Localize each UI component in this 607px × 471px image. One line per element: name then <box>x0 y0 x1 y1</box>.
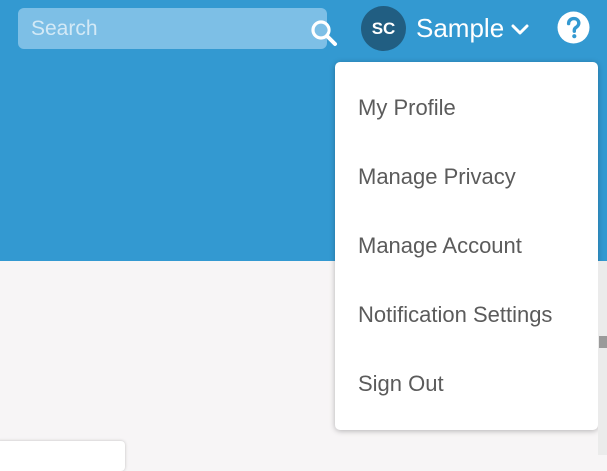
account-dropdown-menu: My Profile Manage Privacy Manage Account… <box>335 62 598 430</box>
menu-item-label: Notification Settings <box>358 302 553 327</box>
menu-item-sign-out[interactable]: Sign Out <box>335 354 598 416</box>
menu-item-my-profile[interactable]: My Profile <box>335 78 598 140</box>
scrollbar-track[interactable] <box>598 261 607 455</box>
account-menu-button[interactable]: SC Sample <box>361 6 536 52</box>
account-name: Sample <box>416 13 505 43</box>
search-input[interactable] <box>18 8 288 49</box>
chevron-down-icon <box>511 24 529 35</box>
menu-item-notification-settings[interactable]: Notification Settings <box>335 285 598 347</box>
menu-item-label: Sign Out <box>358 371 444 396</box>
avatar: SC <box>361 6 406 51</box>
menu-item-manage-account[interactable]: Manage Account <box>335 216 598 278</box>
menu-item-label: Manage Account <box>358 233 522 258</box>
content-card <box>0 441 125 471</box>
menu-item-label: My Profile <box>358 95 456 120</box>
search-box <box>18 8 337 49</box>
search-icon[interactable] <box>310 19 338 47</box>
scrollbar-thumb[interactable] <box>599 336 607 348</box>
menu-item-manage-privacy[interactable]: Manage Privacy <box>335 147 598 209</box>
menu-item-label: Manage Privacy <box>358 164 516 189</box>
help-icon[interactable] <box>557 11 590 44</box>
